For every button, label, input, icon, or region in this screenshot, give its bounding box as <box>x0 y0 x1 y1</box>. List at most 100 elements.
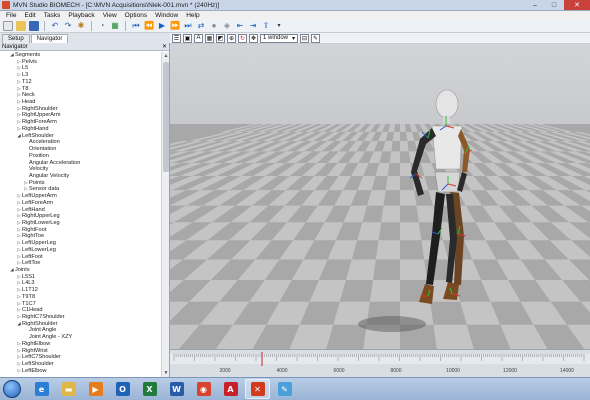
tree-item[interactable]: ◢ LeftShoulder <box>0 133 162 140</box>
menu-edit[interactable]: Edit <box>20 12 39 19</box>
zoom-icon[interactable]: ⊕ <box>227 33 236 43</box>
tree-item[interactable]: ▷ RightLowerLeg <box>0 220 162 227</box>
axes-icon[interactable]: A <box>194 33 203 43</box>
step-forward-icon[interactable]: ⏩ <box>170 21 180 31</box>
menu-options[interactable]: Options <box>121 12 151 19</box>
tree-item[interactable]: ▷ RightShoulder <box>0 106 162 113</box>
navigator-scrollbar[interactable]: ▲ ▼ <box>161 52 169 377</box>
tree-item[interactable]: ▷ L3 <box>0 72 162 79</box>
dropdown-arrow-icon[interactable]: ▾ <box>274 21 284 31</box>
tree-item[interactable]: ▷ LeftUpperArm <box>0 193 162 200</box>
tree-item[interactable]: ▷ LeftElbow <box>0 368 162 375</box>
view-options-icon[interactable]: ☰ <box>172 33 181 43</box>
tree-item[interactable]: ◢ RightShoulder <box>0 321 162 328</box>
menu-file[interactable]: File <box>2 12 20 19</box>
menu-help[interactable]: Help <box>182 12 203 19</box>
taskbar-app-button[interactable]: A <box>218 379 243 399</box>
tab-setup[interactable]: Setup <box>2 34 30 43</box>
tree-item[interactable]: ▷ Neck <box>0 92 162 99</box>
tree-item[interactable]: ▷ L4L3 <box>0 280 162 287</box>
tree-item[interactable]: ▷ LeftLowerLeg <box>0 247 162 254</box>
tree-item[interactable]: ▷ T9T8 <box>0 294 162 301</box>
tree-item[interactable]: ▷ LeftToe <box>0 260 162 267</box>
taskbar-app-button[interactable]: e <box>29 379 54 399</box>
tree-item[interactable]: ▷ T12 <box>0 79 162 86</box>
menu-tasks[interactable]: Tasks <box>40 12 65 19</box>
export-icon[interactable]: ⇪ <box>261 21 271 31</box>
taskbar-app-button[interactable]: ◉ <box>191 379 216 399</box>
tree-item[interactable]: ▷ RightFoot <box>0 227 162 234</box>
tree-item[interactable]: ▷ RightForeArm <box>0 119 162 126</box>
loop-icon[interactable]: ⇄ <box>196 21 206 31</box>
timeline[interactable]: 2000 4000 6000 8000 10000 12000 14000 <box>170 349 590 377</box>
clock-icon[interactable]: ◔ <box>97 21 107 31</box>
tree-item[interactable]: Joint Angle <box>0 327 162 334</box>
taskbar-app-button[interactable]: X <box>137 379 162 399</box>
window-layout-dropdown[interactable]: 1 window ▾ <box>260 33 298 43</box>
tree-item[interactable]: ▷ LeftHand <box>0 207 162 214</box>
taskbar-app-button[interactable]: ▬ <box>56 379 81 399</box>
tree-item[interactable]: Position <box>0 153 162 160</box>
save-icon[interactable] <box>29 21 39 31</box>
taskbar-app-button[interactable]: ✕ <box>245 379 270 399</box>
taskbar-app-button[interactable]: O <box>110 379 135 399</box>
tree-item[interactable]: ▷ RightElbow <box>0 341 162 348</box>
tree-item[interactable]: ▷ LeftShoulder <box>0 361 162 368</box>
start-button[interactable] <box>3 380 21 398</box>
tree-item[interactable]: ▷ LeftC7Shoulder <box>0 354 162 361</box>
close-button[interactable]: ✕ <box>564 0 590 10</box>
skip-start-icon[interactable]: ⏮ <box>131 21 141 31</box>
pan-icon[interactable]: ✥ <box>249 33 258 43</box>
tree-item[interactable]: ▷ RightHand <box>0 126 162 133</box>
3d-viewport[interactable] <box>170 44 590 349</box>
tab-navigator[interactable]: Navigator <box>30 34 69 43</box>
undo-icon[interactable]: ↶ <box>50 21 60 31</box>
tree-item[interactable]: ▷ LeftFoot <box>0 254 162 261</box>
tree-item[interactable]: Orientation <box>0 146 162 153</box>
new-file-icon[interactable] <box>3 21 13 31</box>
tools-icon[interactable]: ✱ <box>76 21 86 31</box>
menu-view[interactable]: View <box>99 12 121 19</box>
timeline-icon[interactable]: ▦ <box>110 21 120 31</box>
tree-item[interactable]: ▷ T1C7 <box>0 301 162 308</box>
step-back-icon[interactable]: ⏪ <box>144 21 154 31</box>
tree-item[interactable]: ▷ RightUpperArm <box>0 112 162 119</box>
tree-item[interactable]: ▷ Head <box>0 99 162 106</box>
image-icon[interactable]: ◩ <box>216 33 225 43</box>
tree-item[interactable]: ▷ Points <box>0 180 162 187</box>
navigator-close-icon[interactable]: ✕ <box>162 43 167 50</box>
tree-item[interactable]: ◢ Joints <box>0 267 162 274</box>
tree-item[interactable]: ▷ C1Head <box>0 307 162 314</box>
tree-item[interactable]: ▷ L5 <box>0 65 162 72</box>
mark-out-icon[interactable]: ⇥ <box>248 21 258 31</box>
menu-window[interactable]: Window <box>151 12 182 19</box>
skip-end-icon[interactable]: ⏭ <box>183 21 193 31</box>
redo-icon[interactable]: ↷ <box>63 21 73 31</box>
tree-item[interactable]: ▷ RightC7Shoulder <box>0 314 162 321</box>
camera-icon[interactable]: ▣ <box>183 33 192 43</box>
mark-in-icon[interactable]: ⇤ <box>235 21 245 31</box>
tree-item[interactable]: ▷ Pelvis <box>0 59 162 66</box>
tree-item[interactable]: ▷ RightWrist <box>0 348 162 355</box>
tree-item[interactable]: ▷ LeftForeArm <box>0 200 162 207</box>
tree-item[interactable]: ▷ LeftUpperLeg <box>0 240 162 247</box>
tree-item[interactable]: ◢ Segments <box>0 52 162 59</box>
tree-item[interactable]: ▷ L5S1 <box>0 274 162 281</box>
minimize-button[interactable]: – <box>526 0 544 10</box>
rotate-icon[interactable]: ↻ <box>238 33 247 43</box>
timeline-ruler[interactable]: 2000 4000 6000 8000 10000 12000 14000 <box>170 350 590 378</box>
tree-item[interactable]: ▷ T8 <box>0 86 162 93</box>
maximize-button[interactable]: □ <box>545 0 563 10</box>
menu-playback[interactable]: Playback <box>64 12 98 19</box>
taskbar-app-button[interactable]: ▶ <box>83 379 108 399</box>
tree-item[interactable]: ▷ RightUpperLeg <box>0 213 162 220</box>
play-icon[interactable]: ▶ <box>157 21 167 31</box>
tree-item[interactable]: Acceleration <box>0 139 162 146</box>
tree-item[interactable]: Velocity <box>0 166 162 173</box>
scroll-up-icon[interactable]: ▲ <box>163 53 169 59</box>
tree-item[interactable]: ▷ Sensor data <box>0 186 162 193</box>
marker-icon[interactable]: ◈ <box>222 21 232 31</box>
scroll-down-icon[interactable]: ▼ <box>163 370 169 376</box>
tree-item[interactable]: Joint Angle - XZY <box>0 334 162 341</box>
scrollbar-thumb[interactable] <box>163 62 169 172</box>
